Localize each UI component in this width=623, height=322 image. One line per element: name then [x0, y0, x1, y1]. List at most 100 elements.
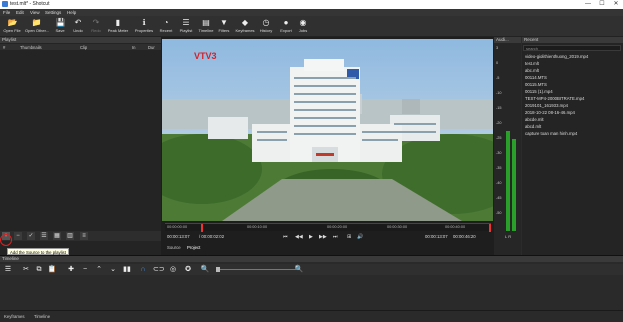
overwrite-icon[interactable]: ⌄ — [108, 265, 118, 274]
playhead[interactable] — [201, 224, 203, 232]
current-time[interactable]: 00:00:13:07 — [167, 234, 190, 239]
volume-button[interactable]: 🔊 — [357, 234, 363, 240]
title-bar: test.mlt* - Shotcut — ☐ ✕ — [0, 0, 623, 9]
recent-search-input[interactable]: search — [523, 45, 621, 51]
column-clip[interactable]: Clip — [80, 45, 87, 50]
details-view-button[interactable]: ☰ — [40, 232, 48, 240]
filters-button[interactable]: ▼ Filters — [213, 17, 235, 36]
open-other-button[interactable]: 📁 Open Other... — [25, 17, 49, 36]
zoom-out-icon[interactable]: 🔍 — [200, 265, 210, 274]
timeline-icon: ▤ — [202, 18, 210, 27]
add-tooltip: Add the Source to the playlist — [7, 248, 69, 255]
lift-icon[interactable]: ⌃ — [94, 265, 104, 274]
audio-header: Audi... — [494, 37, 521, 43]
tab-project[interactable]: Project — [187, 245, 200, 250]
recent-button[interactable]: ◔ Recent — [155, 17, 177, 36]
jobs-button[interactable]: ◉ Jobs — [292, 17, 314, 36]
column-thumbnails[interactable]: Thumbnails — [20, 45, 42, 50]
remove-from-playlist-button[interactable]: − — [14, 232, 22, 240]
remove-icon[interactable]: − — [80, 265, 90, 274]
append-icon[interactable]: ✚ — [66, 265, 76, 274]
recent-item[interactable]: abc.mlt — [525, 68, 539, 73]
menu-view[interactable]: View — [30, 10, 40, 15]
maximize-button[interactable]: ☐ — [595, 0, 609, 9]
history-button[interactable]: ◷ History — [255, 17, 277, 36]
zoom-slider-handle[interactable] — [216, 267, 220, 272]
recent-panel: Recent search video-giolithienthuong_201… — [522, 37, 623, 255]
rewind-button[interactable]: ◀◀ — [295, 234, 303, 240]
recent-item[interactable]: 00114.MTS — [525, 75, 547, 80]
column-in[interactable]: In — [132, 45, 136, 50]
video-preview: VTV3 — [162, 39, 493, 221]
tab-timeline[interactable]: Timeline — [34, 314, 50, 319]
recent-item[interactable]: abcd.mlt — [525, 124, 541, 129]
out-marker[interactable] — [489, 224, 491, 232]
close-button[interactable]: ✕ — [609, 0, 623, 9]
update-playlist-button[interactable]: ✓ — [27, 232, 35, 240]
copy-icon[interactable]: ⧉ — [34, 265, 44, 274]
list-icon: ☰ — [182, 18, 190, 27]
audio-channels-label: L R — [505, 234, 512, 239]
playlist-header: Playlist — [0, 37, 161, 43]
recent-item[interactable]: abcde.mlt — [525, 117, 544, 122]
viewer-panel: VTV3 00:00:00:00 00:00:10:00 00:00:20:00… — [161, 37, 494, 255]
scrub-icon[interactable]: ⊂⊃ — [153, 265, 165, 274]
peak-meter-button[interactable]: ▮ Peak Meter — [107, 17, 129, 36]
skip-next-button[interactable]: ⏭ — [333, 234, 338, 240]
save-icon: 💾 — [55, 18, 66, 27]
properties-button[interactable]: ℹ Properties — [133, 17, 155, 36]
timeline-menu-icon[interactable]: ☰ — [3, 265, 13, 274]
audio-meter-right — [512, 139, 516, 231]
zoom-in-icon[interactable]: 🔍 — [294, 265, 304, 274]
split-icon[interactable]: ▮▮ — [122, 265, 132, 274]
loop-button[interactable]: ⊞ — [347, 234, 351, 240]
menu-edit[interactable]: Edit — [16, 10, 24, 15]
audio-meter-left — [506, 131, 510, 231]
recent-item[interactable]: TEST-MP4-2000BITRATE.mp4 — [525, 96, 584, 101]
zoom-slider[interactable] — [216, 267, 296, 272]
keyframes-button[interactable]: ◆ Keyframes — [234, 17, 256, 36]
playlist-menu-button[interactable]: ≡ — [80, 232, 88, 240]
vtv3-logo: VTV3 — [194, 51, 217, 61]
timeline-panel: Timeline ☰ ✂ ⧉ 📋 ✚ − ⌃ ⌄ ▮▮ ∩ ⊂⊃ ◎ ✪ 🔍 🔍 — [0, 255, 623, 310]
tab-keyframes[interactable]: Keyframes — [4, 314, 25, 319]
window-title: test.mlt* - Shotcut — [10, 1, 50, 7]
snap-icon[interactable]: ∩ — [138, 265, 148, 274]
open-file-button[interactable]: 📂 Open File — [1, 17, 23, 36]
menu-help[interactable]: Help — [67, 10, 76, 15]
tab-source[interactable]: Source — [167, 245, 181, 250]
menu-settings[interactable]: Settings — [45, 10, 61, 15]
minimize-button[interactable]: — — [581, 0, 595, 9]
menu-file[interactable]: File — [3, 10, 10, 15]
ripple-all-icon[interactable]: ✪ — [183, 265, 193, 274]
column-duration[interactable]: Dur — [148, 45, 155, 50]
redo-button[interactable]: ↷ Redo — [85, 17, 107, 36]
duration-time: 00:00:46:20 — [453, 234, 476, 239]
skip-previous-button[interactable]: ⏮ — [283, 234, 288, 240]
folder-other-icon: 📁 — [31, 18, 42, 27]
folder-open-icon: 📂 — [7, 18, 18, 27]
fast-forward-button[interactable]: ▶▶ — [319, 234, 327, 240]
ripple-icon[interactable]: ◎ — [168, 265, 178, 274]
column-index[interactable]: # — [3, 45, 5, 50]
playlist-button[interactable]: ☰ Playlist — [175, 17, 197, 36]
playlist-toolbar: + − ✓ ☰ ▦ ▥ ≡ — [0, 231, 161, 241]
export-icon: ● — [283, 18, 289, 27]
recent-item[interactable]: 00115.MTS — [525, 82, 547, 87]
recent-item[interactable]: 00115 (1).mp4 — [525, 89, 553, 94]
viewer-scrubber[interactable]: 00:00:00:00 00:00:10:00 00:00:20:00 00:0… — [165, 223, 491, 232]
play-button[interactable]: ▶ — [309, 234, 313, 240]
paste-icon[interactable]: 📋 — [47, 265, 57, 274]
info-icon: ℹ — [142, 18, 146, 27]
total-time: / 00:00:02:02 — [199, 234, 225, 239]
recent-item[interactable]: 2019101_161933.mp4 — [525, 103, 568, 108]
recent-item[interactable]: capture toan man hinh.mp4 — [525, 131, 577, 136]
cut-icon[interactable]: ✂ — [21, 265, 31, 274]
icons-view-button[interactable]: ▥ — [66, 232, 74, 240]
tiles-view-button[interactable]: ▦ — [53, 232, 61, 240]
recent-item[interactable]: 2018-10-22 08-16-46.mp4 — [525, 110, 575, 115]
out-point-time[interactable]: 00:00:13:07 — [425, 234, 448, 239]
video-frame-image: VTV3 — [162, 39, 493, 221]
recent-item[interactable]: test.mlt — [525, 61, 539, 66]
recent-item[interactable]: video-giolithienthuong_2019.mp4 — [525, 54, 588, 59]
